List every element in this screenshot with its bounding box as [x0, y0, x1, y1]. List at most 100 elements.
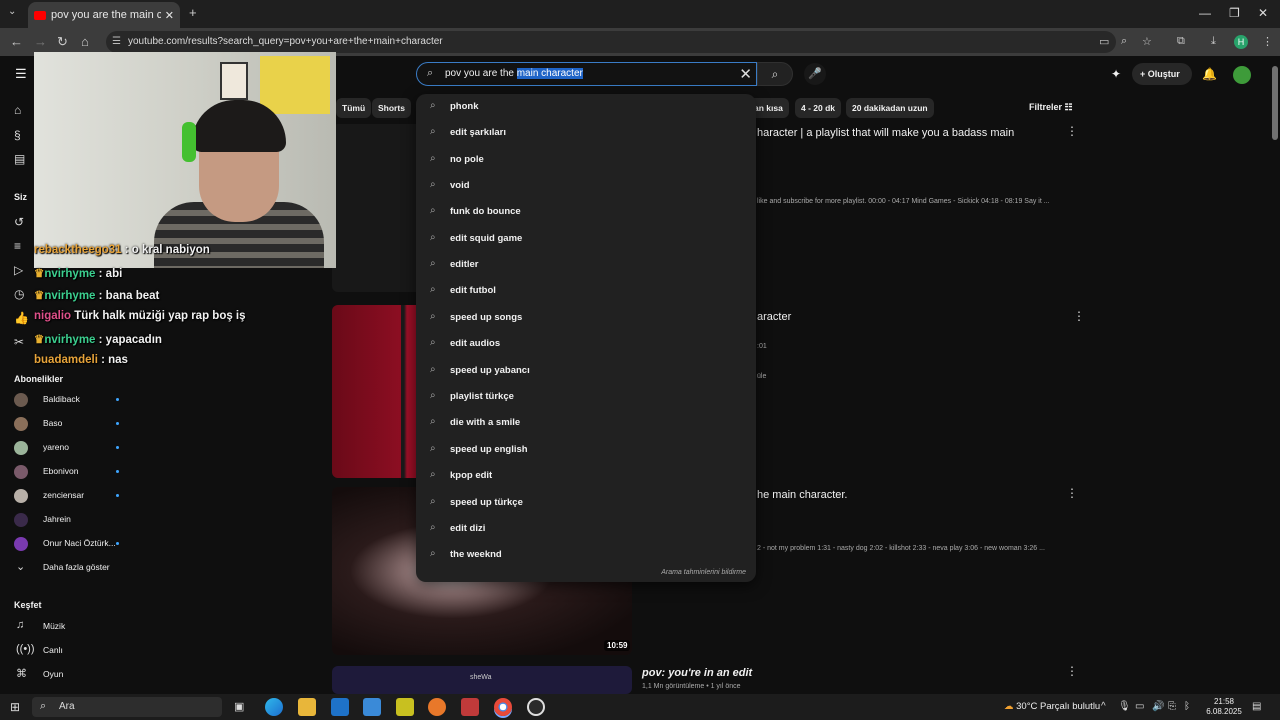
suggestion-item[interactable]: ⌕ editler — [416, 254, 756, 276]
suggestion-item[interactable]: ⌕ playlist türkçe — [416, 386, 756, 408]
app-grid-icon[interactable] — [461, 698, 479, 716]
windows-start-icon[interactable]: ⊞ — [10, 700, 20, 714]
chrome-icon[interactable] — [494, 698, 512, 716]
clear-search-icon[interactable]: ✕ — [739, 65, 752, 83]
hamburger-menu-icon[interactable]: ☰ — [15, 66, 27, 82]
suggestion-item[interactable]: ⌕ speed up songs — [416, 307, 756, 329]
shorts-nav-icon[interactable]: § — [14, 128, 21, 142]
search-input[interactable]: ⌕ pov you are the main character ✕ — [416, 62, 757, 86]
tab-list-icon[interactable]: ⌄ — [8, 6, 16, 17]
suggestion-item[interactable]: ⌕ edit futbol — [416, 280, 756, 302]
chip-4-20-min[interactable]: 4 - 20 dk — [795, 98, 842, 118]
liked-videos-nav-icon[interactable]: 👍 — [14, 311, 29, 325]
subscription-item[interactable]: Onur Naci Öztürk... — [14, 536, 134, 552]
more-options-icon[interactable]: ⋮ — [1066, 486, 1078, 500]
suggestion-item[interactable]: ⌕ edit squid game — [416, 228, 756, 250]
result-title-3[interactable]: he main character. — [757, 489, 848, 501]
bluetooth-icon[interactable]: ᛒ — [1184, 701, 1190, 712]
store-icon[interactable] — [363, 698, 381, 716]
suggestion-item[interactable]: ⌕ die with a smile — [416, 412, 756, 434]
explore-live[interactable]: ((•)) Canlı — [14, 643, 134, 659]
reload-icon[interactable]: ↻ — [57, 34, 68, 50]
tray-chevron-icon[interactable]: ^ — [1101, 701, 1106, 712]
account-avatar[interactable] — [1233, 66, 1251, 84]
new-tab-icon[interactable]: + — [189, 5, 197, 20]
search-button[interactable]: ⌕ — [757, 62, 793, 86]
suggestion-item[interactable]: ⌕ funk do bounce — [416, 201, 756, 223]
suggestion-item[interactable]: ⌕ speed up english — [416, 439, 756, 461]
voice-search-icon[interactable]: 🎤 — [804, 63, 826, 85]
subscription-item[interactable]: Baso — [14, 416, 134, 432]
subscription-item[interactable]: Jahrein — [14, 512, 134, 528]
minimize-icon[interactable]: — — [1199, 6, 1211, 20]
clips-nav-icon[interactable]: ✂ — [14, 335, 24, 349]
page-scrollbar[interactable] — [1272, 66, 1278, 140]
subscriptions-nav-icon[interactable]: ▤ — [14, 152, 25, 166]
suggestion-item[interactable]: ⌕ edit dizi — [416, 518, 756, 540]
watch-later-nav-icon[interactable]: ◷ — [14, 287, 24, 301]
home-nav-icon[interactable]: ⌂ — [14, 103, 21, 117]
explore-music[interactable]: ♫ Müzik — [14, 619, 134, 635]
close-window-icon[interactable]: ✕ — [1258, 6, 1268, 20]
notification-center-icon[interactable]: ▤ — [1252, 701, 1261, 712]
suggestion-item[interactable]: ⌕ void — [416, 175, 756, 197]
browser-menu-icon[interactable]: ⋮ — [1262, 35, 1273, 48]
playlists-nav-icon[interactable]: ≡ — [14, 239, 21, 253]
result-title-2[interactable]: aracter — [757, 311, 791, 323]
suggestion-item[interactable]: ⌕ kpop edit — [416, 465, 756, 487]
filters-button[interactable]: Filtreler ☷ — [1029, 102, 1073, 113]
notifications-bell-icon[interactable]: 🔔 — [1202, 67, 1217, 81]
restore-icon[interactable]: ❐ — [1229, 6, 1240, 20]
home-icon[interactable]: ⌂ — [81, 34, 89, 49]
your-videos-nav-icon[interactable]: ▷ — [14, 263, 23, 277]
back-icon[interactable]: ← — [10, 34, 23, 49]
volume-icon[interactable]: 🔊 — [1152, 701, 1164, 712]
close-tab-icon[interactable]: ✕ — [165, 9, 174, 22]
suggestion-item[interactable]: ⌕ edit audios — [416, 333, 756, 355]
suggestion-item[interactable]: ⌕ the weeknd — [416, 544, 756, 566]
weather-widget[interactable]: ☁ 30°C Parçalı bulutlu — [1004, 701, 1100, 712]
search-query[interactable]: pov you are the main character — [445, 68, 583, 79]
result-title-1[interactable]: haracter | a playlist that will make you… — [757, 127, 1014, 139]
bookmark-star-icon[interactable]: ☆ — [1142, 35, 1152, 48]
task-view-icon[interactable]: ▣ — [234, 700, 244, 713]
forward-icon[interactable]: → — [34, 34, 47, 49]
you-section-title[interactable]: Siz — [14, 192, 27, 202]
monitor-icon[interactable]: ▭ — [1135, 701, 1144, 712]
cast-icon[interactable]: ▭ — [1099, 35, 1109, 48]
reward-icon[interactable]: ✦ — [1111, 67, 1121, 81]
downloads-icon[interactable]: ⤓ — [1211, 35, 1216, 48]
brave-browser-icon[interactable] — [428, 698, 446, 716]
chip-all[interactable]: Tümü — [336, 98, 372, 118]
more-options-icon[interactable]: ⋮ — [1066, 664, 1078, 678]
explore-gaming[interactable]: ⌘ Oyun — [14, 667, 134, 683]
zoom-icon[interactable]: ⌕ — [1121, 35, 1127, 48]
subscription-item[interactable]: Baldiback — [14, 392, 134, 408]
browser-tab[interactable]: pov you are the main characte ✕ — [28, 2, 180, 28]
taskbar-search-box[interactable]: ⌕ Ara — [32, 697, 222, 717]
more-options-icon[interactable]: ⋮ — [1066, 124, 1078, 138]
obs-icon[interactable] — [527, 698, 545, 716]
chip-over-20-min[interactable]: 20 dakikadan uzun — [846, 98, 934, 118]
extensions-icon[interactable]: ⧉ — [1177, 35, 1185, 48]
create-button[interactable]: + Oluştur — [1132, 63, 1192, 85]
suggestion-item[interactable]: ⌕ no pole — [416, 149, 756, 171]
subscription-item[interactable]: yareno — [14, 440, 134, 456]
suggestion-item[interactable]: ⌕ speed up yabancı — [416, 360, 756, 382]
site-info-icon[interactable]: ☰ — [112, 36, 121, 47]
more-options-icon[interactable]: ⋮ — [1073, 309, 1085, 323]
subscription-item[interactable]: Ebonivon — [14, 464, 134, 480]
report-predictions-link[interactable]: Arama tahminlerini bildirme — [661, 569, 746, 576]
outlook-icon[interactable] — [331, 698, 349, 716]
network-icon[interactable]: ⎘ — [1168, 701, 1176, 712]
subscription-item[interactable]: zenciensar — [14, 488, 134, 504]
suggestion-item[interactable]: ⌕ speed up türkçe — [416, 492, 756, 514]
suggestion-item[interactable]: ⌕ phonk — [416, 96, 756, 118]
profile-avatar-icon[interactable]: H — [1234, 35, 1248, 49]
history-nav-icon[interactable]: ↺ — [14, 215, 24, 229]
url-field[interactable]: ☰ youtube.com/results?search_query=pov+y… — [106, 31, 1116, 53]
microphone-icon[interactable]: 🎙 — [1118, 701, 1131, 712]
chip-shorts[interactable]: Shorts — [372, 98, 411, 118]
fl-studio-icon[interactable] — [396, 698, 414, 716]
suggestion-item[interactable]: ⌕ edit şarkıları — [416, 122, 756, 144]
